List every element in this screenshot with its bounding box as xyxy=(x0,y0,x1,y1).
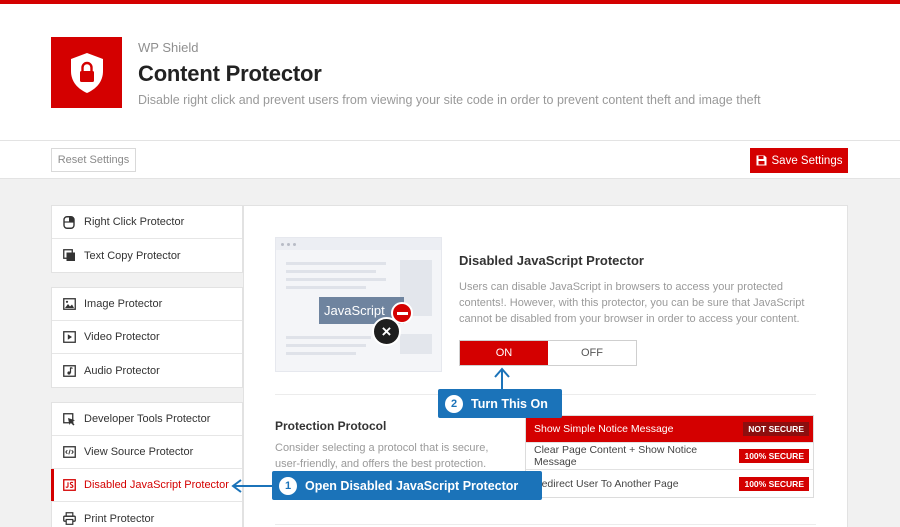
protocol-option-simple-notice[interactable]: Show Simple Notice Message NOT SECURE xyxy=(526,416,813,443)
protector-toggle: ON OFF xyxy=(459,340,637,366)
not-secure-badge: NOT SECURE xyxy=(743,422,809,436)
protection-protocol-description: Consider selecting a protocol that is se… xyxy=(275,442,489,470)
page-subtitle: Disable right click and prevent users fr… xyxy=(138,93,761,107)
sidebar-item-label: Disabled JavaScript Protector xyxy=(84,479,229,491)
protocol-option-label: Redirect User To Another Page xyxy=(534,477,679,490)
sidebar-group-code: Developer Tools Protector View Source Pr… xyxy=(51,402,243,527)
protocol-option-clear-content[interactable]: Clear Page Content + Show Notice Message… xyxy=(526,443,813,470)
sidebar-item-label: Right Click Protector xyxy=(84,216,185,228)
toggle-off-button[interactable]: OFF xyxy=(548,341,636,365)
sidebar-item-label: Image Protector xyxy=(84,298,163,310)
protection-protocol-title: Protection Protocol xyxy=(275,419,387,433)
sidebar-group-media: Image Protector Video Protector Audio Pr… xyxy=(51,287,243,388)
close-icon: × xyxy=(372,317,401,346)
sidebar-item-view-source-protector[interactable]: View Source Protector xyxy=(52,436,242,469)
protocol-option-label: Show Simple Notice Message xyxy=(534,423,674,435)
javascript-illustration: JavaScript × xyxy=(275,237,442,372)
sidebar-item-label: Video Protector xyxy=(84,331,160,343)
page-title: Content Protector xyxy=(138,61,322,86)
save-settings-label: Save Settings xyxy=(771,154,843,167)
protocol-option-label: Clear Page Content + Show Notice Message xyxy=(534,444,698,468)
js-icon xyxy=(62,478,76,492)
callout-step-text: Open Disabled JavaScript Protector xyxy=(305,478,519,493)
browser-bar xyxy=(276,238,441,250)
sidebar-item-image-protector[interactable]: Image Protector xyxy=(52,288,242,321)
audio-icon xyxy=(62,364,76,378)
brand-name: WP Shield xyxy=(138,40,199,55)
sidebar-item-print-protector[interactable]: Print Protector xyxy=(52,502,242,527)
callout-step-number: 2 xyxy=(445,394,463,413)
callout-step-2: 2 Turn This On xyxy=(438,389,562,418)
toggle-on-button[interactable]: ON xyxy=(460,341,548,365)
section-divider xyxy=(275,524,816,525)
sidebar-item-developer-tools-protector[interactable]: Developer Tools Protector xyxy=(52,403,242,436)
secure-badge: 100% SECURE xyxy=(739,476,809,491)
cursor-icon xyxy=(62,412,76,426)
feature-title: Disabled JavaScript Protector xyxy=(459,253,644,268)
sidebar-item-text-copy-protector[interactable]: Text Copy Protector xyxy=(52,239,242,272)
sidebar-item-label: Audio Protector xyxy=(84,364,160,377)
callout-step-number: 1 xyxy=(279,476,297,495)
page-header: WP Shield Content Protector Disable righ… xyxy=(0,4,900,141)
sidebar-item-label: Text Copy Protector xyxy=(84,249,181,262)
settings-toolbar: Reset Settings Save Settings xyxy=(0,141,900,179)
sidebar-item-label: Print Protector xyxy=(84,512,155,525)
copy-icon xyxy=(62,249,76,263)
mouse-icon xyxy=(62,215,76,229)
code-icon xyxy=(62,445,76,459)
callout-step-1: 1 Open Disabled JavaScript Protector xyxy=(272,471,542,500)
sidebar-item-right-click-protector[interactable]: Right Click Protector xyxy=(52,206,242,239)
protocol-options-list: Show Simple Notice Message NOT SECURE Cl… xyxy=(525,415,814,498)
sidebar-item-video-protector[interactable]: Video Protector xyxy=(52,321,242,354)
sidebar-item-label: View Source Protector xyxy=(84,446,194,458)
sidebar-item-label: Developer Tools Protector xyxy=(84,413,211,425)
video-icon xyxy=(62,330,76,344)
callout-step-text: Turn This On xyxy=(471,396,548,411)
image-icon xyxy=(62,297,76,311)
protocol-option-redirect[interactable]: Redirect User To Another Page 100% SECUR… xyxy=(526,470,813,497)
sidebar-item-audio-protector[interactable]: Audio Protector xyxy=(52,354,242,387)
reset-settings-button[interactable]: Reset Settings xyxy=(51,148,136,172)
printer-icon xyxy=(62,512,76,526)
shield-lock-icon xyxy=(70,52,103,93)
shield-logo xyxy=(51,37,122,108)
secure-badge: 100% SECURE xyxy=(739,449,809,463)
save-settings-button[interactable]: Save Settings xyxy=(750,148,848,173)
sidebar-item-disabled-javascript-protector[interactable]: Disabled JavaScript Protector xyxy=(51,469,242,502)
sidebar-group-interaction: Right Click Protector Text Copy Protecto… xyxy=(51,205,243,273)
save-icon xyxy=(756,155,767,166)
protector-sidebar: Right Click Protector Text Copy Protecto… xyxy=(51,205,243,527)
feature-description: Users can disable JavaScript in browsers… xyxy=(459,281,805,325)
